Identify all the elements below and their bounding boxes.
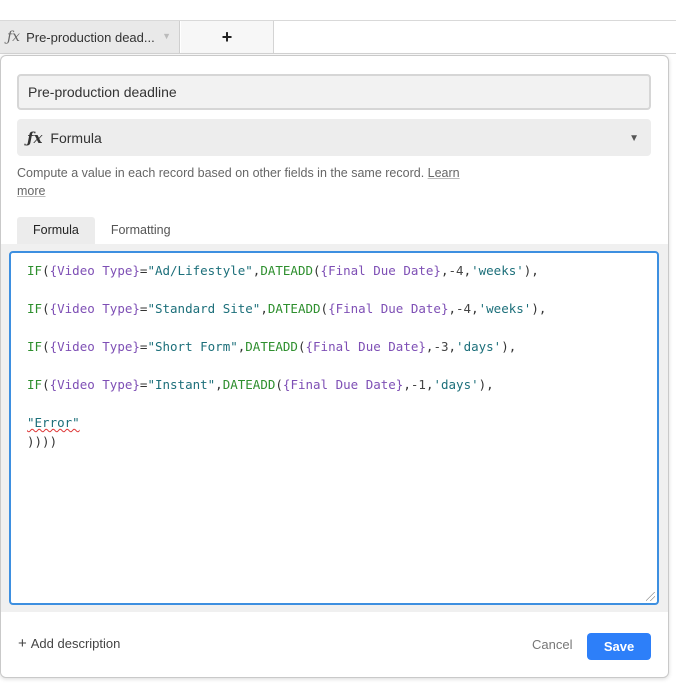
formula-lines: IF({Video Type}="Ad/Lifestyle",DATEADD({… [27,261,641,451]
dialog-footer: + Add description Cancel Save [1,612,668,677]
field-tab-label: Pre-production dead... [26,29,155,45]
config-tabs: Formula Formatting [17,217,187,244]
formula-line: )))) [27,434,58,449]
plus-icon: + [18,635,27,652]
add-description-label: Add description [30,636,121,651]
formula-icon: ƒx [7,29,21,45]
formula-line: IF({Video Type}="Instant",DATEADD({Final… [27,377,494,392]
description-text: Compute a value in each record based on … [17,166,428,180]
field-type-label: Formula [50,129,102,146]
add-description-button[interactable]: + Add description [18,635,120,652]
resize-handle-icon[interactable] [646,592,655,601]
field-tab-pre-production[interactable]: ƒx Pre-production dead... ▼ [0,21,180,53]
tab-formula[interactable]: Formula [17,217,95,244]
field-tab-strip: ƒx Pre-production dead... ▼ + [0,21,676,54]
chevron-down-icon: ▼ [629,133,639,144]
save-button[interactable]: Save [587,633,651,660]
tab-formatting[interactable]: Formatting [95,217,187,244]
field-config-dialog: Pre-production deadline ƒx Formula ▼ Com… [0,55,669,678]
formula-line: IF({Video Type}="Standard Site",DATEADD(… [27,301,547,316]
add-field-button[interactable]: + [181,21,274,53]
field-type-description: Compute a value in each record based on … [17,164,487,200]
cancel-button[interactable]: Cancel [532,637,572,652]
formula-line: IF({Video Type}="Short Form",DATEADD({Fi… [27,339,517,354]
field-type-select[interactable]: ƒx Formula ▼ [17,119,651,156]
chevron-down-icon[interactable]: ▼ [162,31,171,41]
top-bar [0,0,676,21]
formula-editor-area: IF({Video Type}="Ad/Lifestyle",DATEADD({… [1,244,668,612]
formula-editor[interactable]: IF({Video Type}="Ad/Lifestyle",DATEADD({… [9,251,659,605]
formula-line: IF({Video Type}="Ad/Lifestyle",DATEADD({… [27,263,539,278]
field-name-input[interactable]: Pre-production deadline [17,74,651,110]
formula-icon: ƒx [27,128,43,147]
formula-line: "Error" [27,415,80,430]
